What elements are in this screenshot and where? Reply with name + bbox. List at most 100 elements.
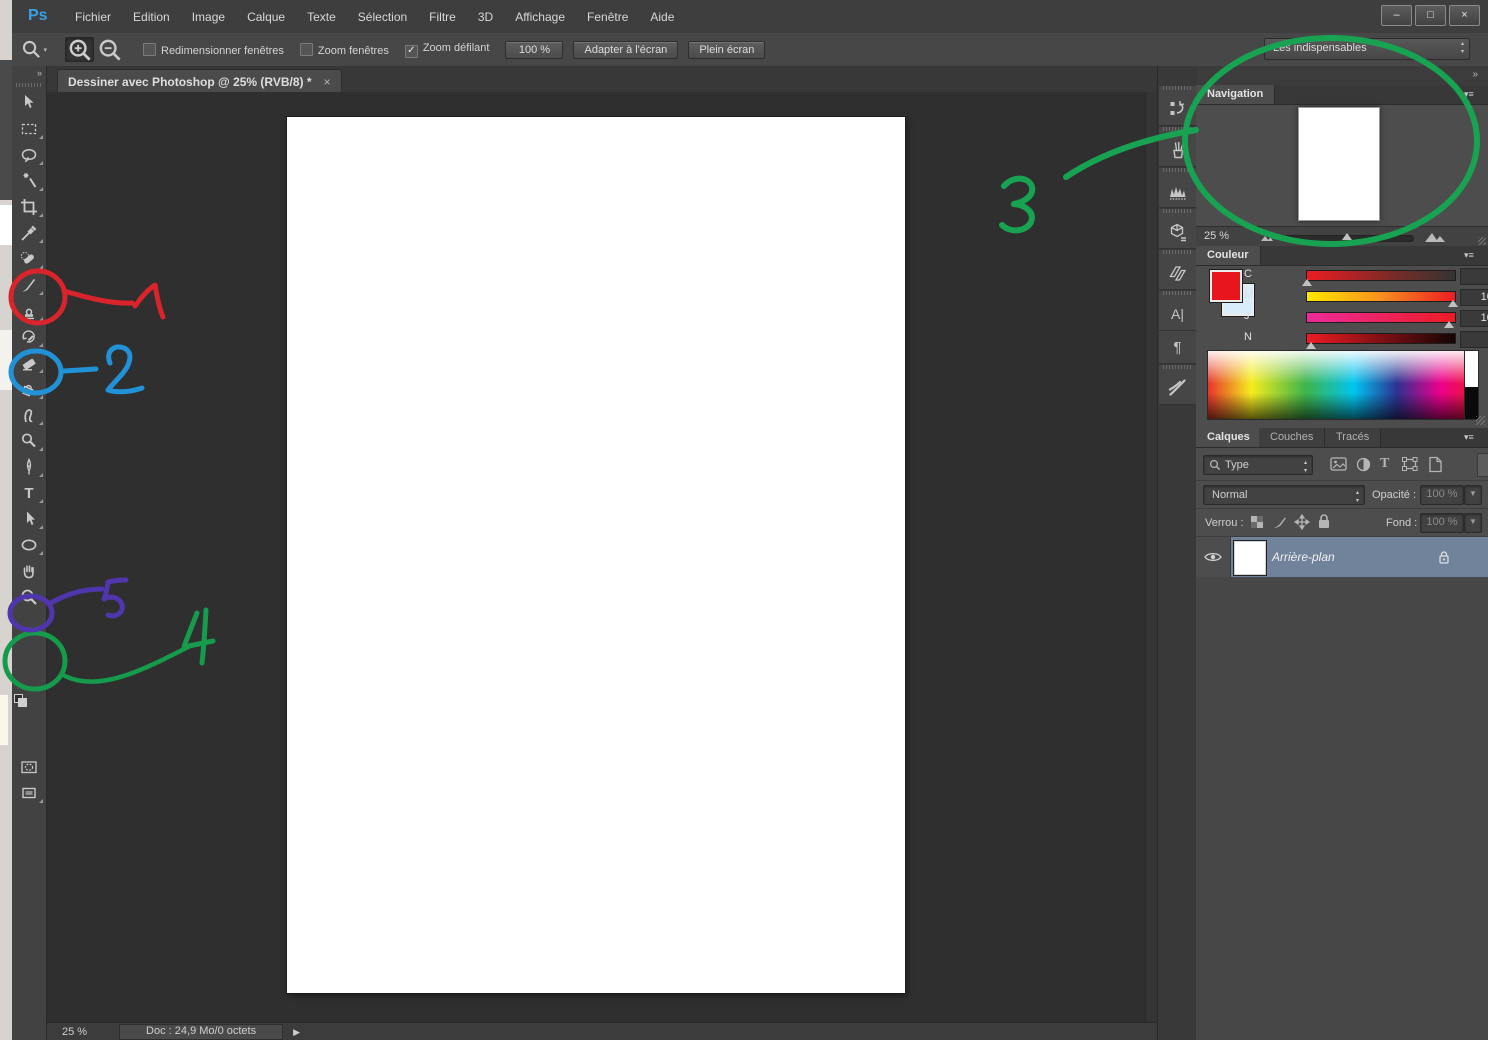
tab-couleur[interactable]: Couleur [1196,246,1261,265]
eyedropper-tool[interactable] [12,220,46,246]
zoom-tool[interactable] [12,584,46,610]
panel-icon-source-duplication[interactable] [1159,250,1196,290]
menu-filtre[interactable]: Filtre [418,10,467,24]
menu-affichage[interactable]: Affichage [504,10,576,24]
panel-icon-paragraphe[interactable]: ¶ [1159,331,1196,364]
filter-type-select[interactable]: Type ▴▾ [1203,455,1313,475]
lock-all-icon[interactable] [1317,513,1331,529]
close-button[interactable]: × [1449,5,1480,26]
layer-row-arriere-plan[interactable]: Arrière-plan [1196,537,1488,577]
checkbox-box[interactable] [143,43,156,56]
tab-navigation[interactable]: Navigation [1196,85,1275,104]
lock-position-icon[interactable] [1294,514,1310,530]
pen-tool[interactable] [12,454,46,480]
filter-shape-icon[interactable] [1402,457,1418,472]
menu-edition[interactable]: Edition [122,10,181,24]
path-selection-tool[interactable] [12,506,46,532]
history-brush-tool[interactable] [12,324,46,350]
noir-slider-track[interactable] [1306,333,1456,344]
zoom-out-button[interactable] [96,38,123,61]
status-flyout-arrow[interactable]: ▶ [293,1026,300,1039]
tab-close-icon[interactable]: × [324,75,331,89]
zoom-windows-checkbox[interactable]: Zoom fenêtres [300,43,389,57]
panel-menu-icon[interactable]: ▾≡ [1464,89,1482,99]
menu-calque[interactable]: Calque [236,10,296,24]
menu-aide[interactable]: Aide [639,10,685,24]
panel-menu-icon[interactable]: ▾≡ [1464,250,1482,260]
white-swatch[interactable] [1464,351,1478,387]
full-screen-button[interactable]: Plein écran [688,41,765,59]
marquee-tool[interactable] [12,116,46,142]
resize-windows-checkbox[interactable]: Redimensionner fenêtres [143,43,284,57]
foreground-color-swatch[interactable] [1210,270,1242,302]
layer-thumbnail[interactable] [1234,541,1266,575]
document-canvas[interactable] [287,117,905,993]
workspace-select[interactable]: Les indispensables ▴▾ [1264,38,1470,60]
panel-resize-grip[interactable] [1476,416,1485,425]
zoom-out-mountains-icon[interactable] [1260,233,1274,242]
cyan-slider-thumb[interactable] [1302,279,1312,286]
panel-menu-icon[interactable]: ▾≡ [1464,432,1482,442]
magic-wand-tool[interactable] [12,168,46,194]
fill-dropdown-arrow[interactable]: ▼ [1464,513,1482,533]
paint-bucket-tool[interactable] [12,376,46,402]
scroll-zoom-checkbox[interactable]: ✓Zoom défilant [405,42,490,58]
minimize-button[interactable]: – [1381,5,1412,26]
menu-texte[interactable]: Texte [296,10,347,24]
zoom-in-mountains-icon[interactable] [1424,230,1446,243]
panel-icon-proprietes-3d[interactable] [1159,209,1196,249]
opacity-dropdown-arrow[interactable]: ▼ [1464,485,1482,505]
expand-panels-icon[interactable]: » [1472,69,1478,80]
noir-slider-thumb[interactable] [1306,342,1316,349]
blend-mode-select[interactable]: Normal ▴▾ [1203,485,1365,505]
move-tool[interactable] [12,90,46,116]
screen-mode-button[interactable] [12,780,46,806]
filter-type-layers-icon[interactable]: T [1380,456,1389,472]
magenta-value[interactable]: 100 [1460,289,1488,306]
lock-transparency-icon[interactable] [1250,515,1264,529]
cyan-value[interactable]: 0 [1460,268,1488,285]
layer-visibility-toggle[interactable] [1196,537,1231,577]
navigation-thumbnail[interactable] [1298,107,1380,221]
fill-value[interactable]: 100 % [1420,513,1464,533]
opacity-value[interactable]: 100 % [1420,485,1464,505]
clone-stamp-tool[interactable] [12,298,46,324]
menu-fichier[interactable]: Fichier [64,10,122,24]
type-tool[interactable]: T [12,480,46,506]
panel-icon-reglages-forme[interactable] [1159,168,1196,208]
magenta-slider-thumb[interactable] [1448,300,1458,307]
menu-fenetre[interactable]: Fenêtre [576,10,639,24]
panel-icon-parametres-outils[interactable] [1159,365,1196,405]
layer-name[interactable]: Arrière-plan [1272,550,1335,564]
checkbox-box[interactable] [300,43,313,56]
menu-selection[interactable]: Sélection [347,10,418,24]
toolbar-grip[interactable] [16,83,42,87]
filter-pixel-icon[interactable] [1330,457,1347,472]
black-swatch[interactable] [1464,387,1478,419]
jaune-slider-track[interactable] [1306,312,1456,323]
color-spectrum-ramp[interactable] [1207,350,1479,420]
crop-tool[interactable] [12,194,46,220]
jaune-slider-thumb[interactable] [1444,321,1454,328]
zoom-100-button[interactable]: 100 % [505,41,563,59]
toolbar-collapse-icon[interactable]: » [12,66,46,82]
lasso-tool[interactable] [12,142,46,168]
checkbox-check[interactable]: ✓ [405,45,418,58]
panel-icon-formes[interactable] [1159,127,1196,167]
panel-icon-historique[interactable] [1159,86,1196,126]
hand-tool[interactable] [12,558,46,584]
dodge-tool[interactable] [12,428,46,454]
cyan-slider-track[interactable] [1306,270,1456,281]
tab-couches[interactable]: Couches [1259,428,1325,447]
brush-tool[interactable] [12,272,46,298]
lock-pixels-icon[interactable] [1272,514,1288,530]
jaune-value[interactable]: 100 [1460,310,1488,327]
magenta-slider-track[interactable] [1306,291,1456,302]
shape-tool[interactable] [12,532,46,558]
status-zoom[interactable]: 25 % [62,1026,87,1038]
document-tab[interactable]: Dessiner avec Photoshop @ 25% (RVB/8) * … [57,69,342,93]
healing-brush-tool[interactable] [12,246,46,272]
noir-value[interactable]: 1 [1460,331,1488,348]
smudge-tool[interactable] [12,402,46,428]
menu-image[interactable]: Image [181,10,236,24]
